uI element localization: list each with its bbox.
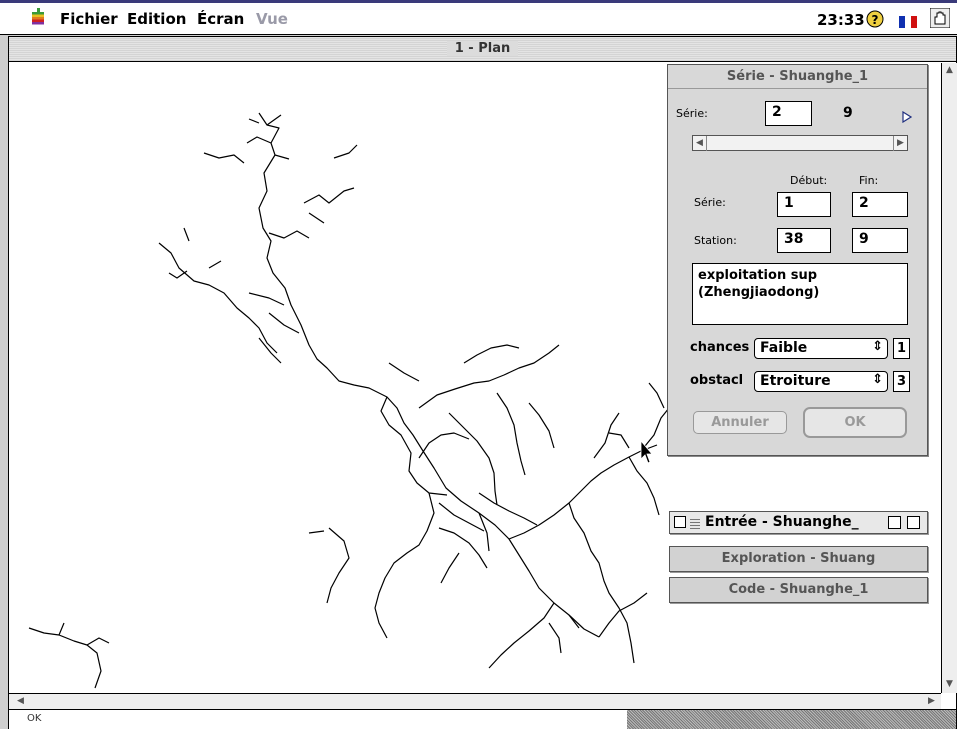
debut-station-input[interactable]: 38 bbox=[777, 228, 831, 253]
fin-label: Fin: bbox=[859, 174, 879, 187]
clock: 23:33 bbox=[817, 11, 865, 29]
popup-arrows-icon: ⇕ bbox=[872, 339, 883, 354]
chances-label: chances bbox=[690, 340, 750, 355]
comment-textarea[interactable]: exploitation sup (Zhengjiaodong) bbox=[692, 263, 908, 325]
obstacle-select[interactable]: Etroiture ⇕ bbox=[754, 371, 888, 392]
menu-vue[interactable]: Vue bbox=[256, 10, 288, 28]
status-text: OK bbox=[27, 713, 42, 724]
chances-select[interactable]: Faible ⇕ bbox=[754, 338, 888, 359]
serie-input[interactable]: 2 bbox=[765, 101, 812, 126]
menu-bar: Fichier Edition Écran Vue 23:33 ? bbox=[0, 0, 957, 35]
apple-icon[interactable] bbox=[30, 8, 46, 30]
cancel-button[interactable]: Annuler bbox=[693, 411, 787, 434]
popup-arrows-icon: ⇕ bbox=[872, 372, 883, 387]
entree-title: Entrée - Shuanghe_ bbox=[705, 514, 859, 530]
fin-station-input[interactable]: 9 bbox=[852, 228, 908, 253]
chances-value: Faible bbox=[760, 340, 808, 356]
svg-text:?: ? bbox=[872, 13, 879, 27]
menu-ecran[interactable]: Écran bbox=[197, 10, 244, 28]
title-stripes-icon bbox=[690, 517, 700, 529]
debut-label: Début: bbox=[790, 174, 828, 187]
obstacle-label: obstacl bbox=[690, 373, 744, 388]
row-station-label: Station: bbox=[694, 234, 737, 247]
ok-button[interactable]: OK bbox=[803, 407, 907, 438]
scroll-right-icon[interactable]: ▶ bbox=[924, 694, 939, 709]
help-icon[interactable]: ? bbox=[866, 10, 884, 32]
status-pattern bbox=[627, 710, 956, 729]
close-box-icon[interactable] bbox=[674, 516, 686, 528]
palette-title[interactable]: Série - Shuanghe_1 bbox=[668, 65, 927, 89]
status-bar: OK bbox=[9, 709, 956, 729]
menu-fichier[interactable]: Fichier bbox=[60, 10, 118, 28]
next-serie-icon[interactable] bbox=[902, 108, 913, 127]
row-serie-label: Série: bbox=[694, 196, 726, 209]
serie-count: 9 bbox=[843, 105, 853, 121]
zoom-box-icon[interactable] bbox=[888, 516, 901, 529]
serie-scroll-right-icon[interactable]: ▶ bbox=[893, 136, 907, 151]
hand-icon[interactable] bbox=[929, 7, 951, 32]
vertical-scrollbar[interactable]: ▲ ▼ bbox=[941, 63, 957, 693]
horizontal-scrollbar[interactable]: ◀ ▶ bbox=[9, 693, 941, 709]
exploration-palette[interactable]: Exploration - Shuang bbox=[669, 546, 928, 572]
scroll-down-icon[interactable]: ▼ bbox=[942, 677, 957, 692]
debut-serie-input[interactable]: 1 bbox=[777, 192, 831, 217]
obstacle-number: 3 bbox=[893, 371, 910, 392]
window-title-bar[interactable]: 1 - Plan bbox=[9, 37, 956, 62]
code-palette[interactable]: Code - Shuanghe_1 bbox=[669, 577, 928, 603]
window-title: 1 - Plan bbox=[446, 41, 519, 56]
cave-plan-canvas[interactable] bbox=[9, 63, 669, 693]
collapse-box-icon[interactable] bbox=[907, 516, 920, 529]
chances-number: 1 bbox=[893, 338, 910, 359]
scroll-up-icon[interactable]: ▲ bbox=[942, 63, 957, 78]
scroll-left-icon[interactable]: ◀ bbox=[13, 694, 28, 709]
serie-label: Série: bbox=[676, 107, 708, 120]
serie-palette: Série - Shuanghe_1 Série: 2 9 ◀ ▶ Début:… bbox=[667, 64, 928, 456]
serie-scroll-left-icon[interactable]: ◀ bbox=[693, 136, 707, 151]
obstacle-value: Etroiture bbox=[760, 373, 831, 389]
serie-scrollbar[interactable]: ◀ ▶ bbox=[692, 135, 908, 151]
fin-serie-input[interactable]: 2 bbox=[852, 192, 908, 217]
entree-palette[interactable]: Entrée - Shuanghe_ bbox=[669, 511, 928, 534]
menu-edition[interactable]: Edition bbox=[127, 10, 186, 28]
flag-fr-icon[interactable] bbox=[899, 13, 917, 32]
